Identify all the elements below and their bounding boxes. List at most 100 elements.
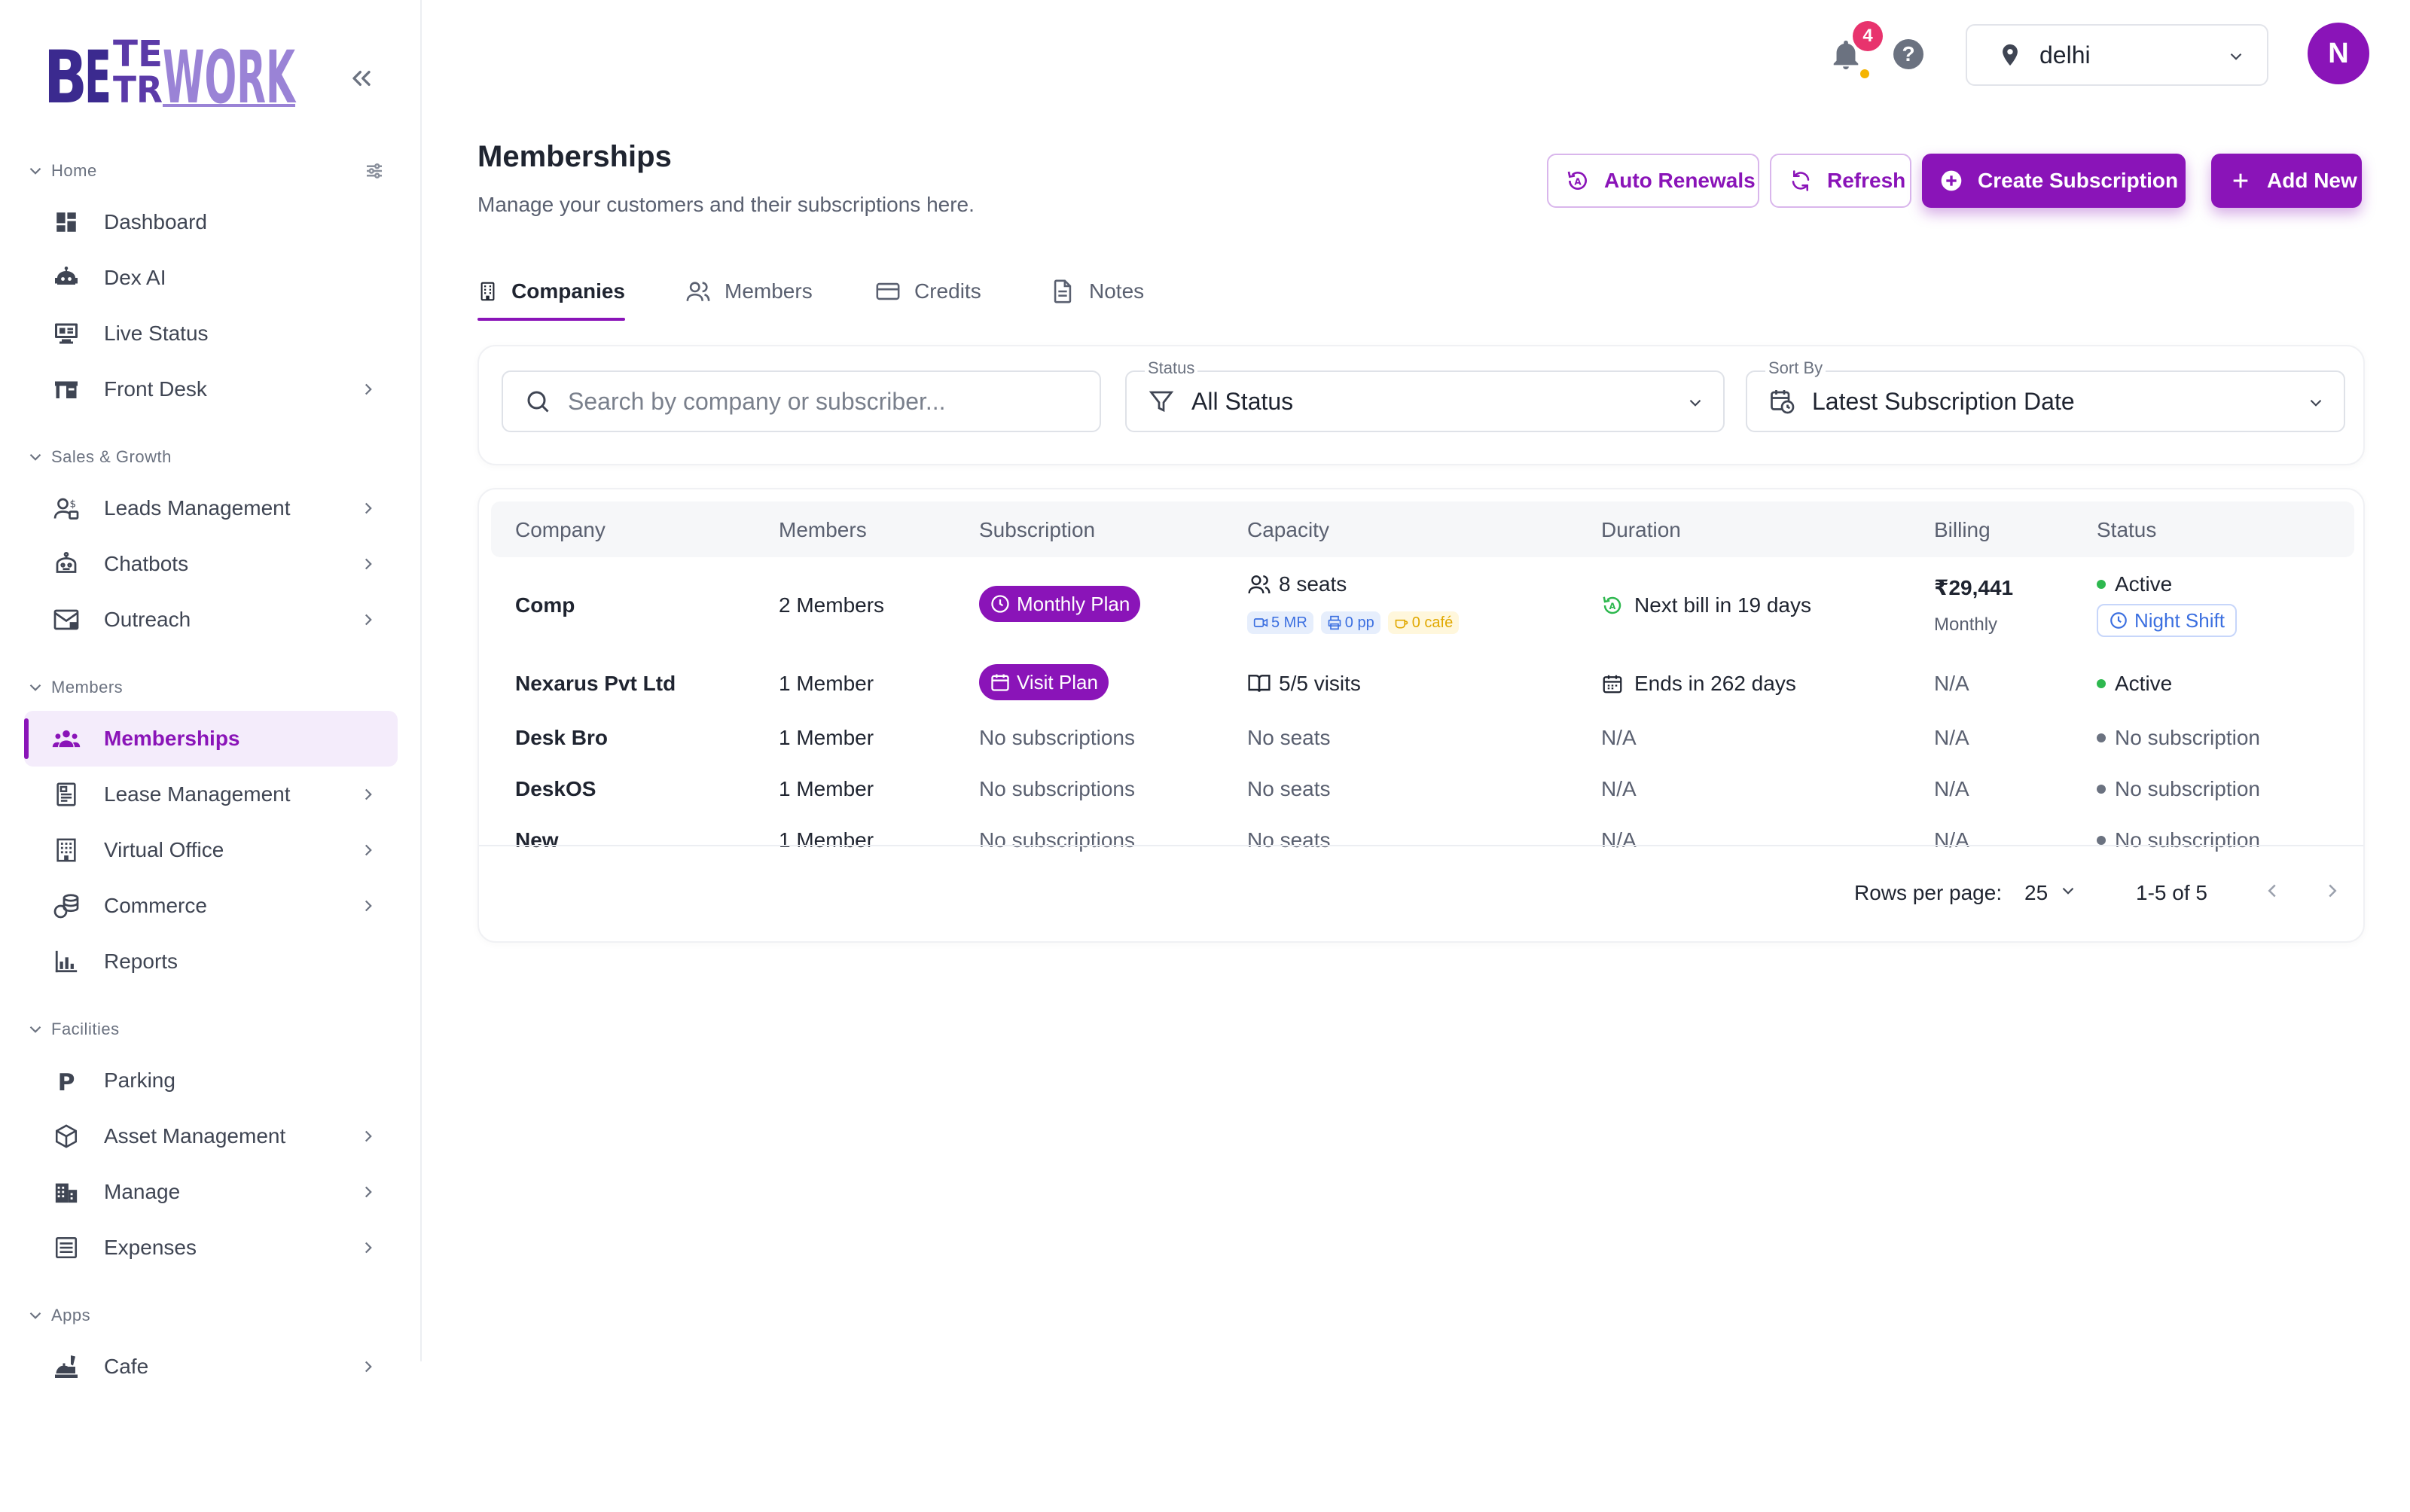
search-input[interactable] [568, 387, 1020, 416]
section-home[interactable]: Home [24, 148, 398, 194]
monitor-icon [51, 319, 81, 349]
company-name[interactable]: DeskOS [515, 777, 596, 801]
column-header[interactable]: Billing [1934, 518, 1991, 542]
subscription-pill[interactable]: Monthly Plan [979, 586, 1141, 622]
status-filter-value: All Status [1191, 387, 1294, 415]
refresh-button[interactable]: Refresh [1770, 154, 1911, 208]
notification-badge: 4 [1853, 21, 1883, 51]
rows-per-page-select[interactable]: 25 [2024, 881, 2078, 905]
company-name[interactable]: Comp [515, 593, 575, 617]
sidebar-item-dex-ai[interactable]: Dex AI [24, 250, 398, 306]
sidebar-item-parking[interactable]: P Parking [24, 1053, 398, 1108]
sidebar-item-cafe[interactable]: Cafe [24, 1339, 398, 1395]
capacity-seats: 5/5 visits [1247, 672, 1361, 696]
section-sales-growth[interactable]: Sales & Growth [24, 434, 398, 480]
help-icon[interactable]: ? [1893, 39, 1923, 69]
billing-amount: N/A [1934, 726, 1969, 749]
sidebar-item-asset-management[interactable]: Asset Management [24, 1108, 398, 1164]
create-subscription-label: Create Subscription [1978, 169, 2179, 192]
chevron-right-icon [365, 383, 372, 395]
sidebar-item-label: Chatbots [104, 552, 189, 575]
duration-value: Next bill in 19 days [1634, 593, 1812, 617]
table-divider [479, 845, 2363, 846]
section-facilities[interactable]: Facilities [24, 1006, 398, 1053]
tab-credits[interactable]: Credits [875, 262, 981, 321]
chevron-right-icon [365, 614, 372, 626]
table-row[interactable]: DeskOS 1 Member No subscriptions No seat… [479, 765, 2363, 816]
table-row[interactable]: Comp 2 Members Monthly Plan 8 seats 5 MR… [479, 559, 2363, 657]
page-title: Memberships [477, 140, 672, 173]
shift-badge[interactable]: Night Shift [2097, 604, 2237, 637]
auto-renewals-button[interactable]: A Auto Renewals [1547, 154, 1759, 208]
sidebar-item-lease-management[interactable]: Lease Management [24, 767, 398, 822]
sort-by-select[interactable]: Sort By Latest Subscription Date [1746, 358, 2345, 432]
tab-notes[interactable]: Notes [1050, 262, 1144, 321]
sidebar-item-chatbots[interactable]: Chatbots [24, 536, 398, 592]
sidebar-item-label: Cafe [104, 1355, 149, 1378]
calendar-clock-icon [1771, 390, 1795, 414]
sidebar-item-manage[interactable]: Manage [24, 1164, 398, 1220]
status-dot [2097, 580, 2106, 589]
create-subscription-button[interactable]: Create Subscription [1922, 154, 2186, 208]
sidebar-item-label: Parking [104, 1068, 175, 1092]
sidebar-item-leads-management[interactable]: $ Leads Management [24, 480, 398, 536]
collapse-sidebar-icon[interactable] [339, 60, 384, 105]
sidebar-item-live-status[interactable]: Live Status [24, 306, 398, 361]
sidebar-item-outreach[interactable]: Outreach [24, 592, 398, 648]
dashboard-icon [51, 207, 81, 237]
status-filter[interactable]: Status All Status [1125, 358, 1725, 432]
company-name[interactable]: Nexarus Pvt Ltd [515, 672, 676, 696]
rows-per-page-value: 25 [2024, 881, 2048, 904]
section-apps[interactable]: Apps [24, 1292, 398, 1339]
next-page-icon[interactable] [2321, 879, 2344, 902]
member-count: 2 Members [779, 593, 885, 617]
column-header[interactable]: Company [515, 518, 606, 542]
tab-members[interactable]: Members [685, 262, 813, 321]
sidebar-item-front-desk[interactable]: Front Desk [24, 361, 398, 417]
table-row[interactable]: Desk Bro 1 Member No subscriptions No se… [479, 714, 2363, 765]
location-select[interactable]: delhi [1966, 24, 2268, 86]
column-header[interactable]: Capacity [1247, 518, 1329, 542]
sidebar-item-memberships[interactable]: Memberships [24, 711, 398, 767]
chart-icon [51, 947, 81, 977]
column-header[interactable]: Subscription [979, 518, 1095, 542]
svg-text:E: E [84, 35, 111, 108]
page-range: 1-5 of 5 [2136, 881, 2207, 904]
subscription-pill[interactable]: Visit Plan [979, 664, 1109, 700]
chatbot-icon [51, 549, 81, 579]
section-members[interactable]: Members [24, 664, 398, 711]
prev-page-icon[interactable] [2261, 879, 2283, 902]
column-header[interactable]: Duration [1601, 518, 1681, 542]
document-icon [51, 779, 81, 809]
status-filter-label: Status [1145, 358, 1198, 378]
table-row[interactable]: Nexarus Pvt Ltd 1 Member Visit Plan 5/5 … [479, 657, 2363, 714]
rows-per-page-label: Rows per page: [1854, 881, 2003, 904]
column-header[interactable]: Status [2097, 518, 2156, 542]
office-icon [51, 1177, 81, 1207]
status-text: No subscription [2115, 726, 2260, 749]
company-name[interactable]: New [515, 828, 559, 852]
book-icon [1248, 675, 1271, 692]
tune-icon[interactable] [363, 160, 386, 182]
column-header[interactable]: Members [779, 518, 867, 542]
tab-companies[interactable]: Companies [477, 262, 625, 321]
sidebar-item-expenses[interactable]: Expenses [24, 1220, 398, 1276]
brand-logo[interactable]: B E TE TR WORK [44, 33, 300, 120]
add-new-button[interactable]: Add New [2211, 154, 2362, 208]
company-name[interactable]: Desk Bro [515, 726, 608, 750]
svg-text:TR: TR [113, 69, 163, 108]
sidebar-item-virtual-office[interactable]: Virtual Office [24, 822, 398, 878]
duration-value: N/A [1601, 777, 1637, 800]
search-box[interactable] [502, 370, 1101, 432]
chevron-right-icon [365, 1130, 372, 1142]
sidebar-item-dashboard[interactable]: Dashboard [24, 194, 398, 250]
sidebar-item-commerce[interactable]: Commerce [24, 878, 398, 934]
status-badge: No subscription [2097, 777, 2260, 801]
sidebar-item-label: Lease Management [104, 782, 291, 806]
table-row[interactable]: New 1 Member No subscriptions No seats N… [479, 816, 2363, 867]
avatar[interactable]: N [2308, 23, 2369, 84]
meeting-room-badge: 5 MR [1247, 611, 1313, 634]
section-title: Members [51, 678, 124, 697]
section-title: Facilities [51, 1020, 120, 1038]
sidebar-item-reports[interactable]: Reports [24, 934, 398, 989]
